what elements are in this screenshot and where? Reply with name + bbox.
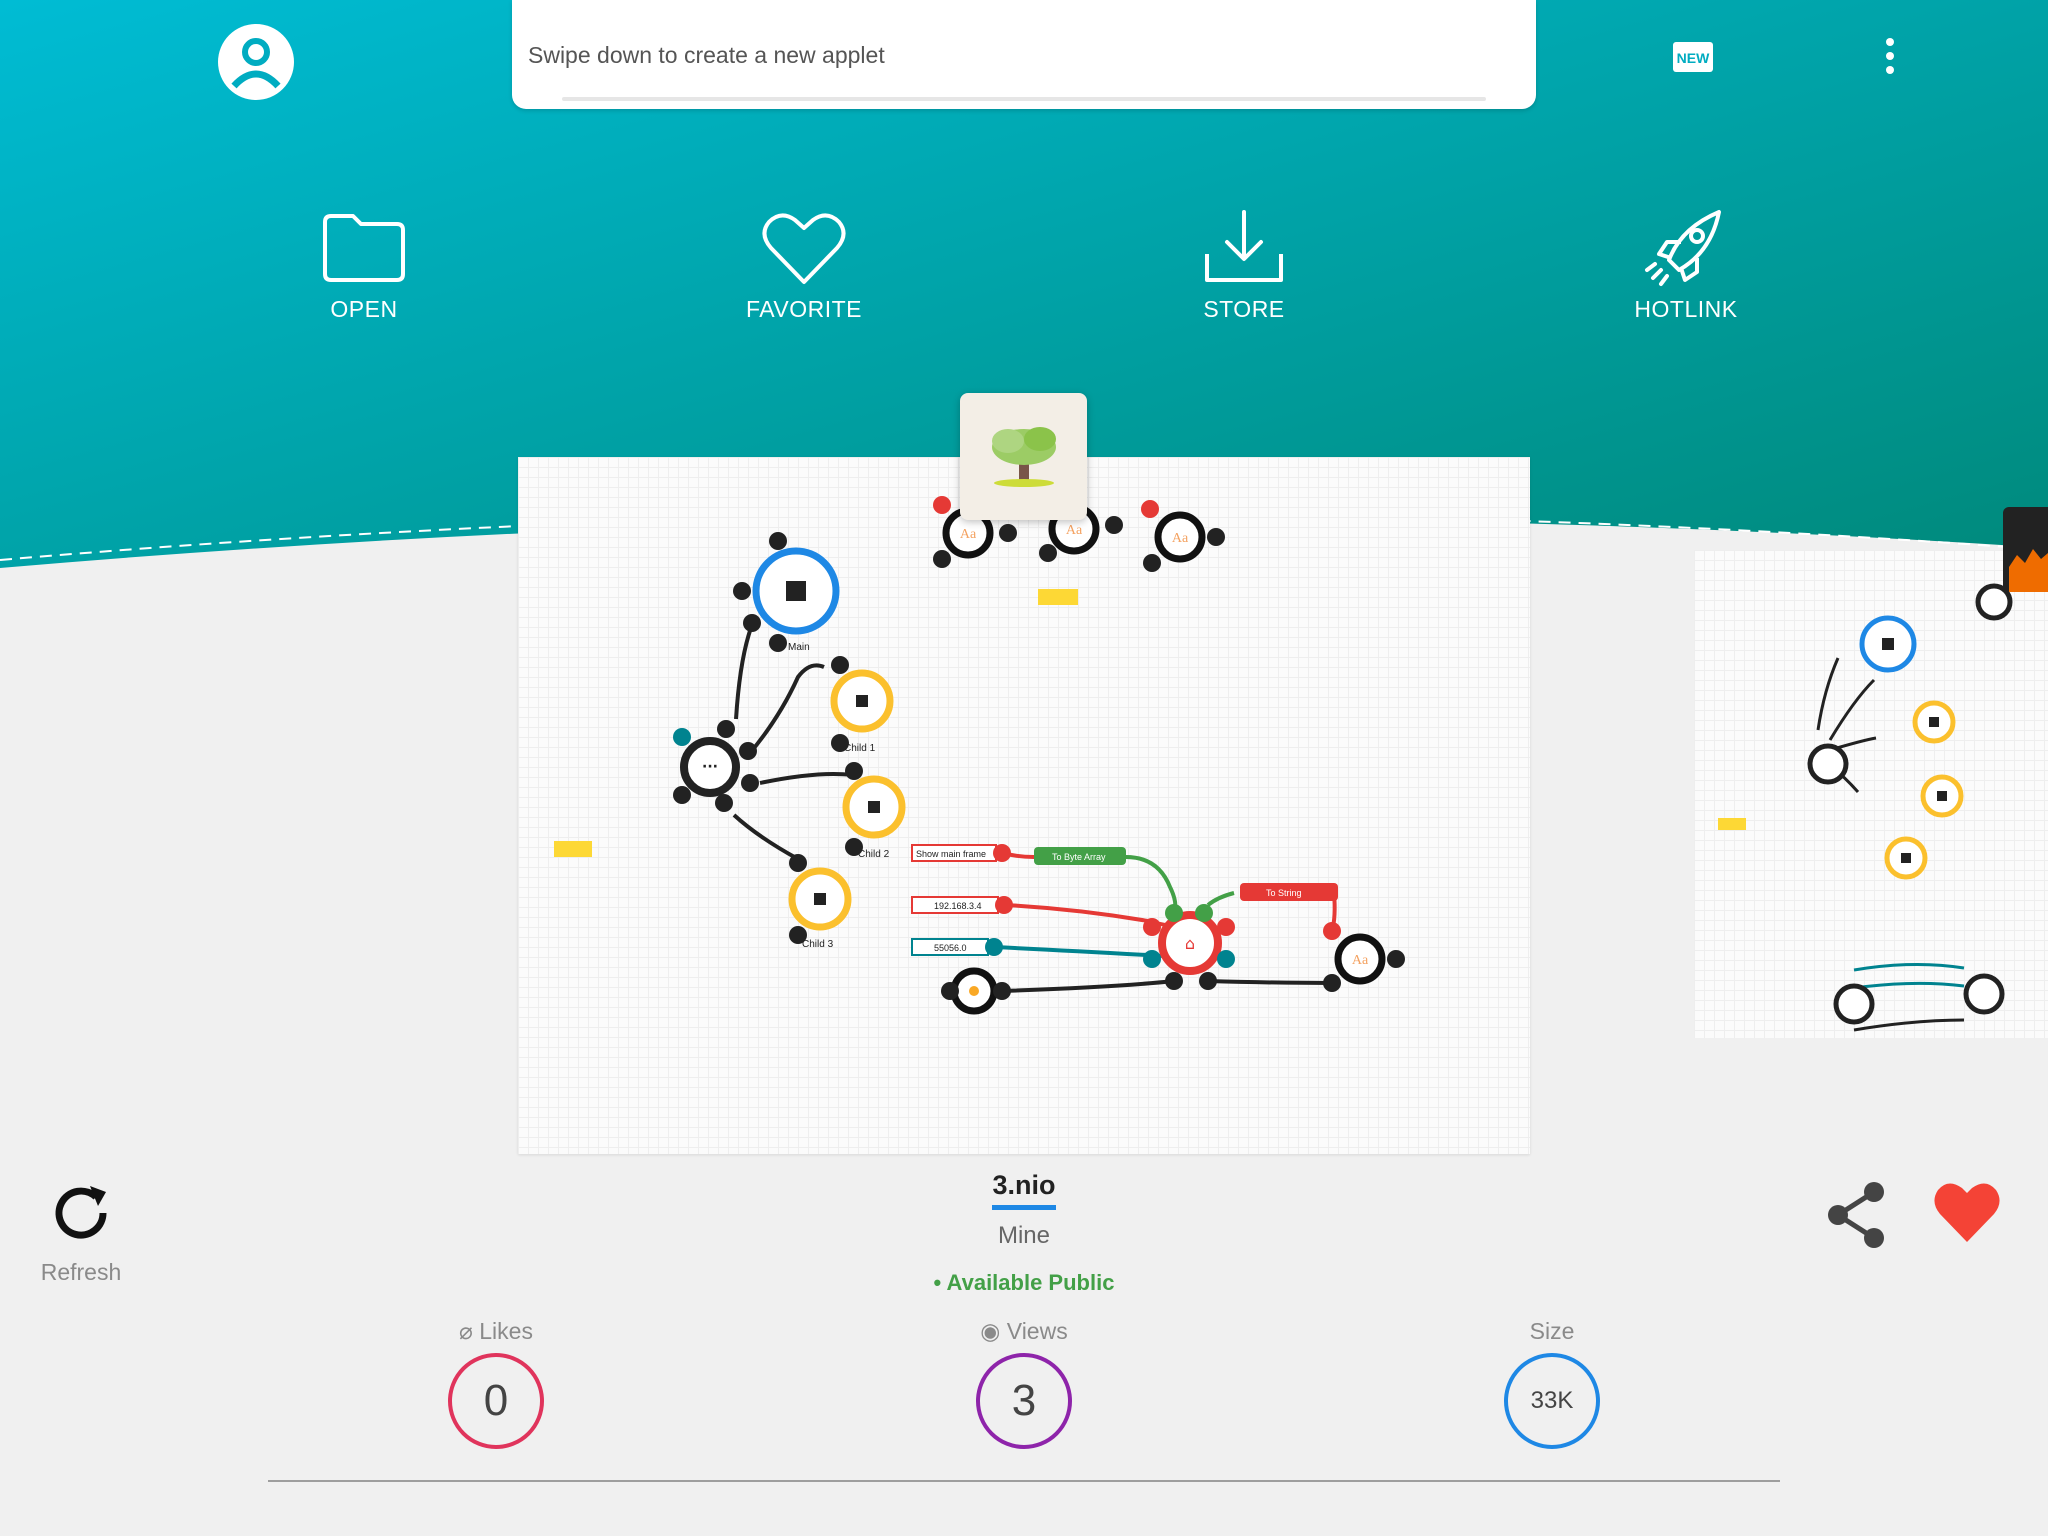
note-marker [554,841,592,857]
svg-text:···: ··· [702,759,718,775]
svg-text:55056.0: 55056.0 [934,943,967,953]
folder-icon [323,214,405,282]
new-badge-icon[interactable]: NEW [1673,42,1713,72]
applet-thumbnail[interactable] [960,393,1087,520]
svg-text:Aa: Aa [960,527,977,542]
svg-text:NEW: NEW [1677,50,1710,66]
heart-outline-icon [762,213,846,284]
views-count: 3 [976,1353,1072,1449]
likes-stat: ⌀ Likes 0 [396,1318,596,1449]
store-label: STORE [1203,296,1285,322]
refresh-label: Refresh [40,1259,122,1285]
applet-name[interactable]: 3.nio [992,1170,1056,1210]
create-applet-pulldown[interactable]: Swipe down to create a new applet [512,0,1536,109]
favorite-toggle[interactable] [1932,1180,2002,1244]
store-button[interactable]: STORE [1144,208,1344,338]
views-stat: ◉ Views 3 [924,1318,1124,1449]
svg-text:To Byte Array: To Byte Array [1052,852,1106,862]
download-icon [1205,210,1283,282]
applet-info: 3.nio Mine • Available Public [824,1170,1224,1296]
likes-label: ⌀ Likes [459,1318,533,1344]
side-tab-handle[interactable] [2003,507,2048,592]
heart-filled-icon [1934,1183,2000,1242]
rocket-icon [1645,210,1721,286]
socket-node: ⌂ [1158,911,1222,975]
svg-text:Child 2: Child 2 [858,849,890,860]
node-graph: Aa Aa Aa Main ··· Child 1 Child 2 Child … [554,496,1405,1015]
open-label: OPEN [330,296,398,322]
size-stat: Size 33K [1452,1318,1652,1449]
svg-text:⌂: ⌂ [1185,934,1195,953]
svg-text:192.168.3.4: 192.168.3.4 [934,901,982,911]
size-value: 33K [1504,1353,1600,1449]
pulldown-handle[interactable] [562,97,1486,101]
applet-preview-canvas[interactable]: Aa Aa Aa Main ··· Child 1 Child 2 Child … [518,457,1530,1154]
hub-node: ··· [680,737,740,797]
next-applet-preview[interactable] [1694,550,2048,1038]
share-icon [1828,1182,1884,1248]
views-label: ◉ Views [980,1318,1068,1344]
sensor-node [950,967,998,1015]
share-button[interactable] [1824,1180,1888,1250]
open-button[interactable]: OPEN [264,208,464,338]
favorite-label: FAVORITE [745,296,863,322]
svg-text:Aa: Aa [1172,531,1189,546]
visibility-status: • Available Public [933,1270,1115,1295]
applet-owner: Mine [997,1222,1051,1249]
svg-text:Child 3: Child 3 [802,939,834,950]
svg-text:Show main frame: Show main frame [916,849,986,859]
text-node: Aa [1154,511,1206,563]
svg-text:Main: Main [788,642,810,653]
paperclip-icon: ⌀ [459,1318,480,1344]
size-label: Size [1529,1318,1575,1344]
eye-icon: ◉ [980,1318,1007,1344]
hotlink-button[interactable]: HOTLINK [1586,208,1786,338]
text-output-node: Aa [1334,933,1386,985]
note-marker [1038,589,1078,605]
svg-text:To String: To String [1266,888,1302,898]
svg-text:Aa: Aa [1066,523,1083,538]
profile-avatar-icon[interactable] [216,22,296,102]
hotlink-label: HOTLINK [1634,296,1738,322]
bottom-divider [268,1480,1780,1482]
refresh-icon [55,1186,107,1239]
tree-icon [992,427,1056,487]
favorite-button[interactable]: FAVORITE [704,208,904,338]
more-options-icon[interactable] [1876,36,1904,76]
likes-count: 0 [448,1353,544,1449]
swipe-hint: Swipe down to create a new applet [528,42,885,68]
refresh-button[interactable]: Refresh [36,1178,126,1286]
main-node: Main [752,547,840,653]
svg-text:Aa: Aa [1352,953,1369,968]
